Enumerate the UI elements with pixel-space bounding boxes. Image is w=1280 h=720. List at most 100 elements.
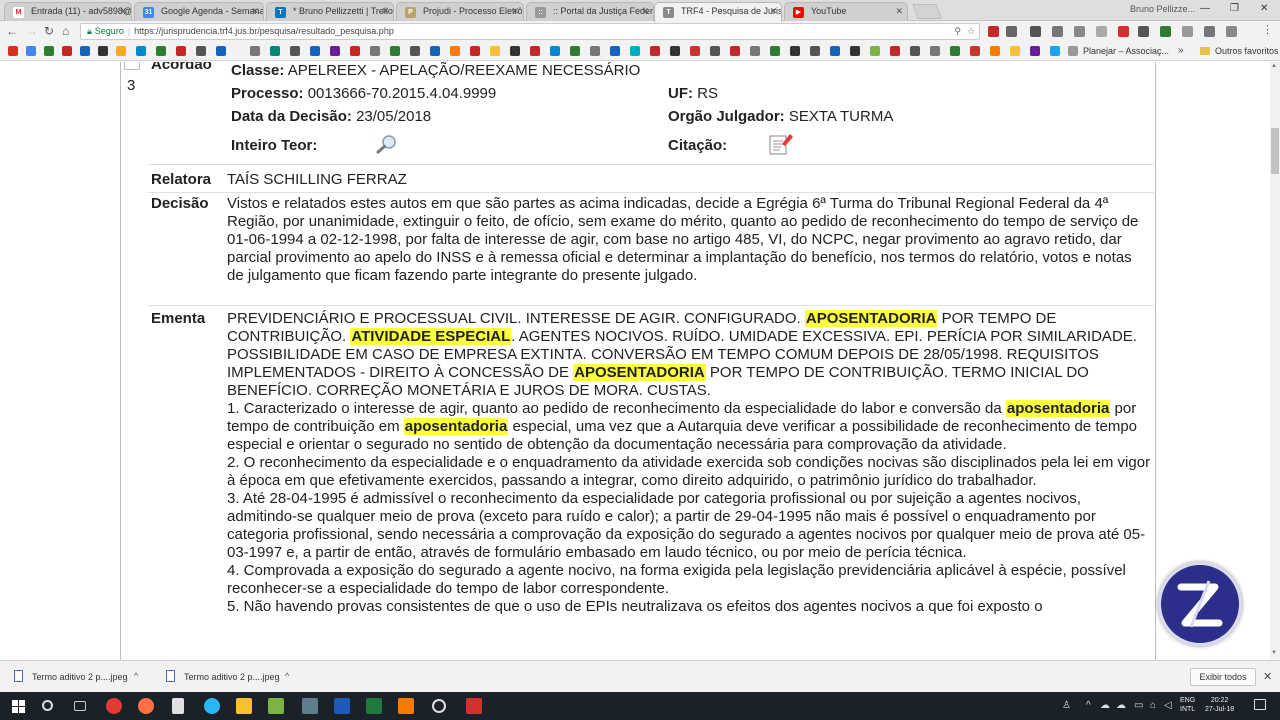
chrome-icon[interactable] <box>106 698 122 714</box>
extension-icon[interactable] <box>1118 26 1129 37</box>
tab-gmail[interactable]: M Entrada (11) - adv5898@... ✕ <box>4 2 132 21</box>
extension-icon[interactable] <box>988 26 999 37</box>
bookmark-icon[interactable] <box>216 46 226 56</box>
bookmark-icon[interactable] <box>1030 46 1040 56</box>
bookmark-icon[interactable] <box>176 46 186 56</box>
tab-portal-justica[interactable]: :: :: Portal da Justiça Federal... ✕ <box>526 2 654 21</box>
bookmark-icon[interactable] <box>80 46 90 56</box>
notifications-icon[interactable] <box>1254 699 1266 710</box>
extension-icon[interactable] <box>1138 26 1149 37</box>
scroll-down-arrow-icon[interactable]: ▼ <box>1271 650 1277 656</box>
extension-icon[interactable] <box>1226 26 1237 37</box>
cloud-icon[interactable]: ☁ <box>1100 700 1110 711</box>
extension-icon[interactable] <box>1074 26 1085 37</box>
star-icon[interactable]: ☆ <box>967 24 975 39</box>
bookmark-icon[interactable] <box>1050 46 1060 56</box>
bookmark-icon[interactable] <box>550 46 560 56</box>
show-all-downloads-button[interactable]: Exibir todos <box>1190 668 1256 686</box>
bookmark-planejar[interactable]: Planejar – Associaç... <box>1083 46 1169 56</box>
bookmark-icon[interactable] <box>390 46 400 56</box>
bookmark-icon[interactable] <box>710 46 720 56</box>
extension-icon[interactable] <box>1182 26 1193 37</box>
extension-icon[interactable] <box>1096 26 1107 37</box>
telegram-icon[interactable] <box>204 698 220 714</box>
bookmark-icon[interactable] <box>950 46 960 56</box>
bookmark-icon[interactable] <box>1068 46 1078 56</box>
extension-icon[interactable] <box>1006 26 1017 37</box>
firefox-icon[interactable] <box>138 698 154 714</box>
bookmark-icon[interactable] <box>44 46 54 56</box>
home-icon[interactable]: ⌂ <box>62 24 69 38</box>
bookmark-icon[interactable] <box>350 46 360 56</box>
close-icon[interactable]: ✕ <box>119 6 127 17</box>
bookmark-icon[interactable] <box>850 46 860 56</box>
bookmark-icon[interactable] <box>470 46 480 56</box>
file-icon[interactable] <box>172 698 184 714</box>
back-button[interactable]: ← <box>6 24 18 38</box>
bookmark-icon[interactable] <box>330 46 340 56</box>
bookmark-icon[interactable] <box>830 46 840 56</box>
bookmark-icon[interactable] <box>116 46 126 56</box>
bookmark-icon[interactable] <box>810 46 820 56</box>
bookmark-other-folder[interactable]: Outros favoritos <box>1215 46 1279 56</box>
cloud-icon[interactable]: ☁ <box>1116 700 1126 711</box>
new-tab-button[interactable] <box>912 4 942 19</box>
forward-button[interactable]: → <box>26 24 38 38</box>
bookmarks-overflow[interactable]: » <box>1178 45 1184 56</box>
app-icon[interactable] <box>268 698 284 714</box>
bookmark-icon[interactable] <box>196 46 206 56</box>
app-icon[interactable] <box>432 699 446 713</box>
bookmark-icon[interactable] <box>136 46 146 56</box>
bookmark-icon[interactable] <box>250 46 260 56</box>
bookmark-icon[interactable] <box>790 46 800 56</box>
battery-icon[interactable]: ▭ <box>1134 700 1143 711</box>
download-item[interactable]: Termo aditivo 2 p....jpeg <box>184 672 280 682</box>
scroll-up-arrow-icon[interactable]: ▲ <box>1271 63 1277 69</box>
reload-button[interactable]: ↻ <box>44 24 54 38</box>
search-icon[interactable] <box>376 134 398 154</box>
bookmark-icon[interactable] <box>310 46 320 56</box>
close-icon[interactable]: ✕ <box>641 6 649 17</box>
extension-icon[interactable] <box>1052 26 1063 37</box>
tab-projudi[interactable]: P Projudi - Processo Eletrô... ✕ <box>396 2 524 21</box>
close-icon[interactable]: ✕ <box>511 6 519 17</box>
bookmark-icon[interactable] <box>510 46 520 56</box>
bookmark-icon[interactable] <box>290 46 300 56</box>
input-language[interactable]: ENG INTL <box>1180 696 1195 714</box>
search-icon[interactable] <box>42 700 53 711</box>
clock[interactable]: 20:22 27-Jul-18 <box>1205 696 1234 714</box>
bookmark-icon[interactable] <box>770 46 780 56</box>
folder-icon[interactable] <box>236 698 252 714</box>
scrollbar-thumb[interactable] <box>1271 128 1279 174</box>
bookmark-icon[interactable] <box>490 46 500 56</box>
bookmark-icon[interactable] <box>870 46 880 56</box>
gmail-bookmark-icon[interactable] <box>8 46 18 56</box>
bookmark-icon[interactable] <box>750 46 760 56</box>
network-icon[interactable]: ⌂ <box>1150 700 1156 711</box>
task-view-icon[interactable] <box>74 701 86 711</box>
address-bar[interactable]: 🔒︎ Seguro | https://jurisprudencia.trf4.jus… <box>80 23 980 40</box>
profile-name[interactable]: Bruno Pellizze... <box>1130 4 1195 14</box>
word-icon[interactable] <box>334 698 350 714</box>
minimize-button[interactable]: — <box>1200 3 1210 14</box>
bookmark-icon[interactable] <box>930 46 940 56</box>
download-icon[interactable] <box>1204 26 1215 37</box>
bookmark-icon[interactable] <box>410 46 420 56</box>
volume-icon[interactable]: ◁ <box>1164 700 1172 711</box>
bookmark-icon[interactable] <box>270 46 280 56</box>
bookmark-icon[interactable] <box>690 46 700 56</box>
bookmark-icon[interactable] <box>610 46 620 56</box>
bookmark-icon[interactable] <box>670 46 680 56</box>
tab-youtube[interactable]: ▶ YouTube ✕ <box>784 2 908 21</box>
close-icon[interactable]: ✕ <box>769 6 777 17</box>
bookmark-icon[interactable] <box>530 46 540 56</box>
bookmark-icon[interactable] <box>570 46 580 56</box>
close-icon[interactable]: ✕ <box>381 6 389 17</box>
close-icon[interactable]: ✕ <box>895 6 903 17</box>
bookmark-icon[interactable] <box>430 46 440 56</box>
bookmark-icon[interactable] <box>98 46 108 56</box>
tab-google-calendar[interactable]: 31 Google Agenda - Semana... ✕ <box>134 2 264 21</box>
zoom-icon[interactable]: ⚲ <box>954 24 961 39</box>
bookmark-icon[interactable] <box>590 46 600 56</box>
windows-start-icon[interactable] <box>12 700 25 713</box>
